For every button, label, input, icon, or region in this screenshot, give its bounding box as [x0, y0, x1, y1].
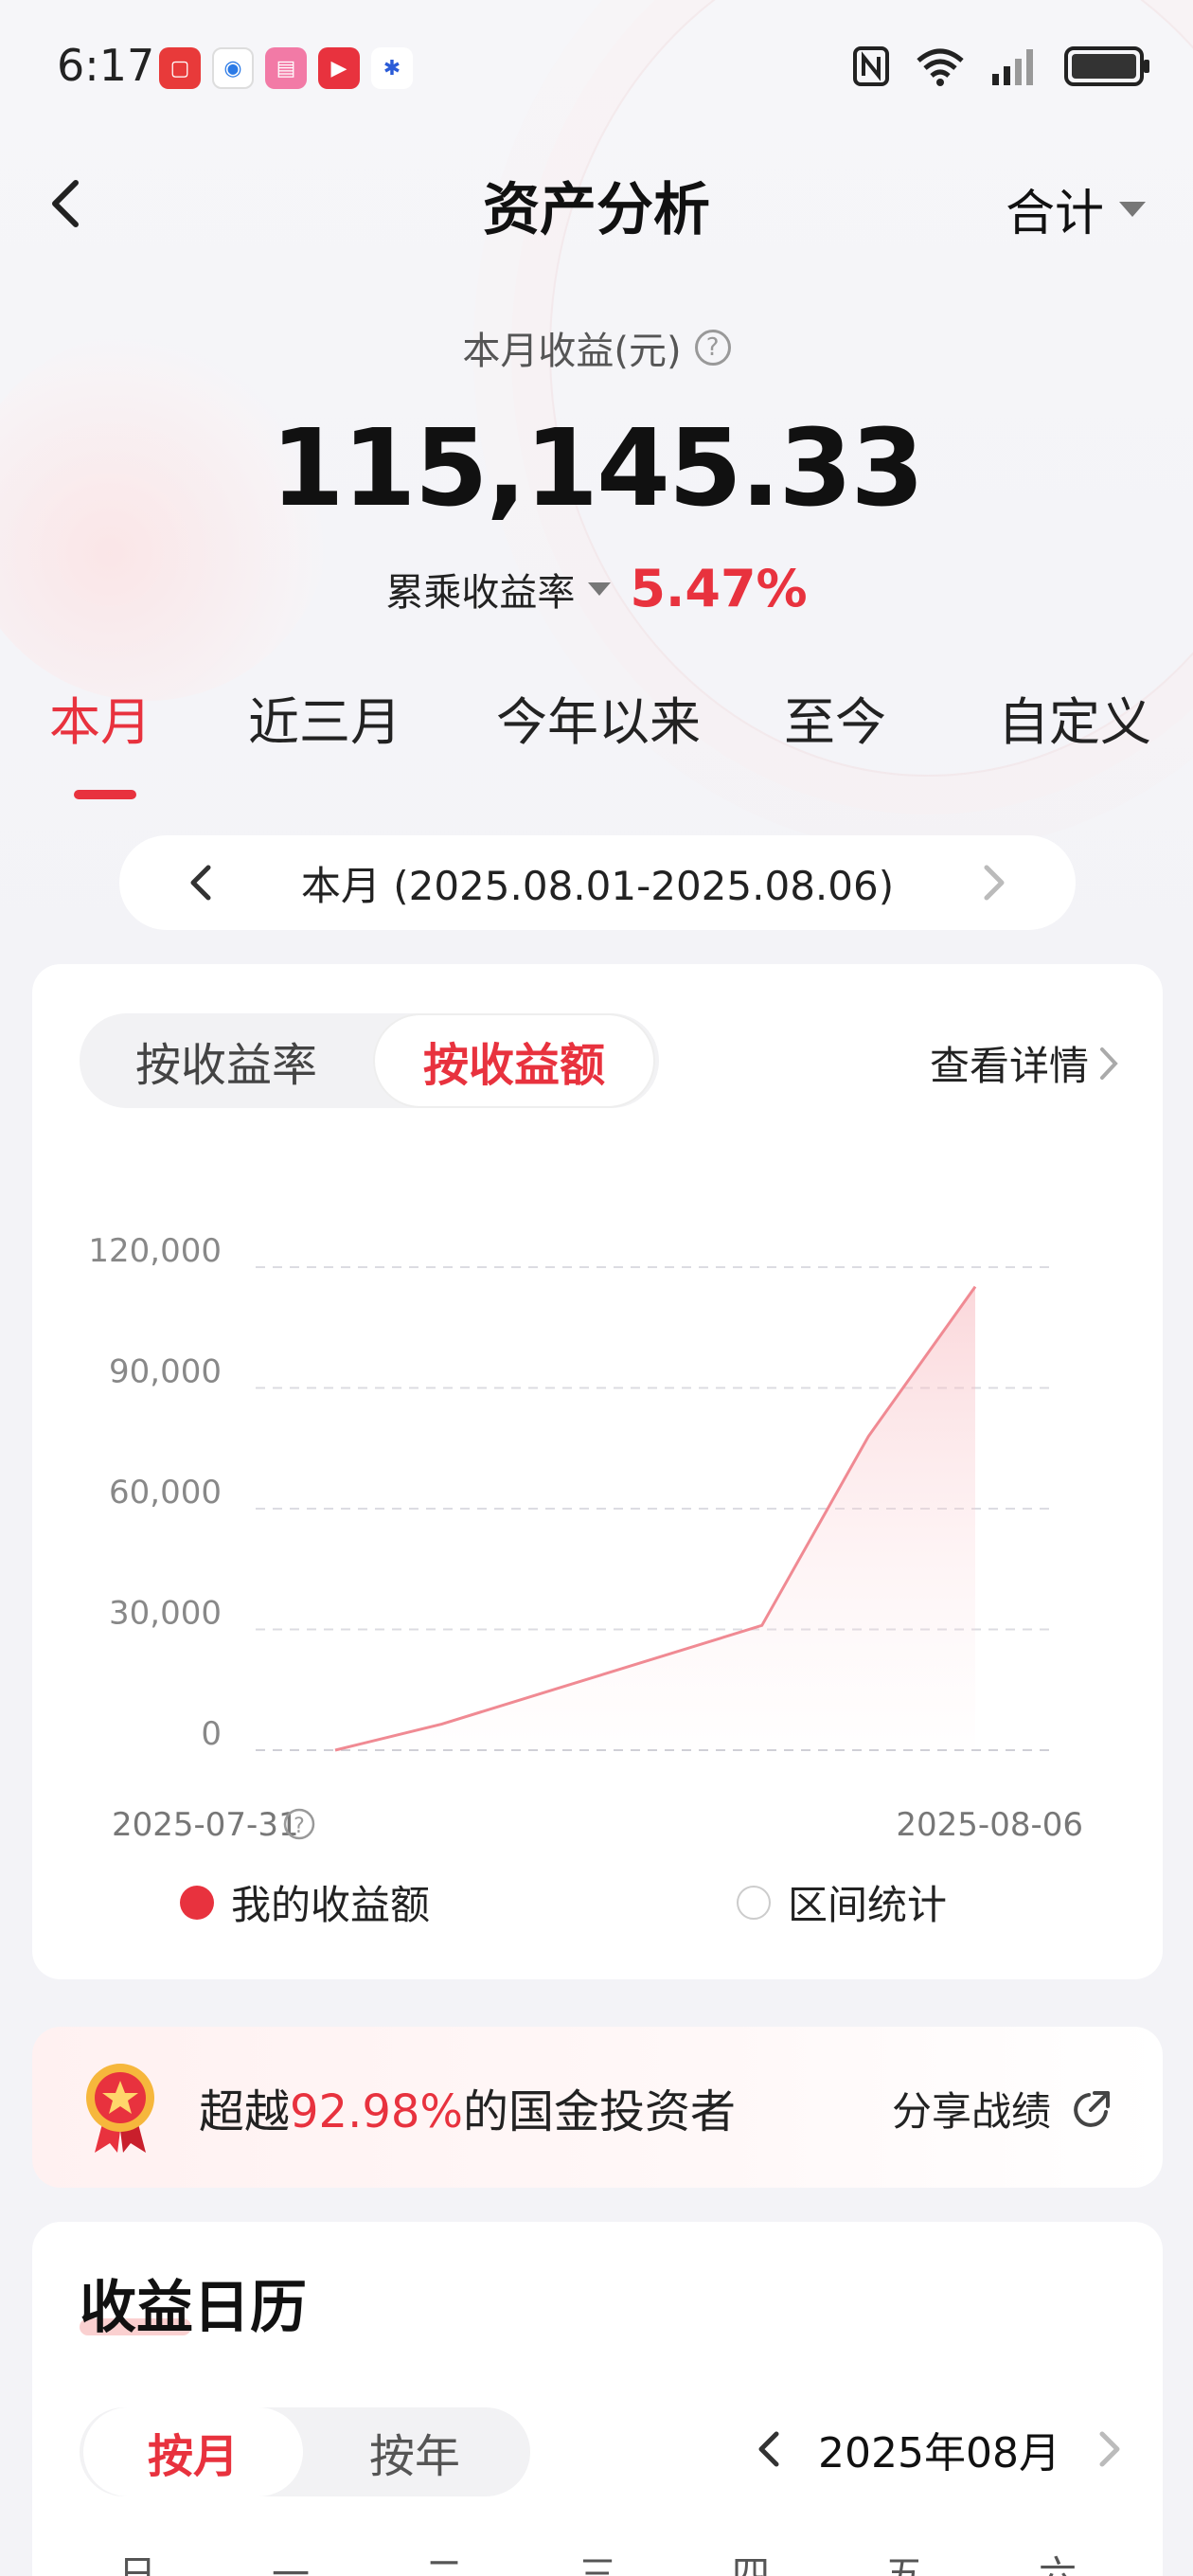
y-tick-label: 90,000	[109, 1353, 222, 1391]
legend-dot-filled	[180, 1885, 214, 1920]
calendar-mode-toggle: 按月 按年	[80, 2407, 530, 2496]
earnings-chart-card: 按收益率 按收益额 查看详情 0 30,000 60,000 90,000 120,00…	[32, 964, 1163, 1979]
weekday-sat: 六	[1039, 2553, 1077, 2576]
signal-icon	[992, 49, 1033, 85]
date-range-selector: 本月 (2025.08.01-2025.08.06)	[119, 835, 1076, 930]
legend-my-earnings[interactable]: 我的收益额	[180, 1873, 430, 1931]
rank-suffix: 的国金投资者	[463, 2085, 737, 2138]
month-navigator: 2025年08月	[757, 2419, 1121, 2479]
next-month-icon[interactable]	[1098, 2430, 1121, 2468]
by-year-tab[interactable]: 按年	[303, 2407, 526, 2496]
weekday-thu: 四	[732, 2553, 770, 2576]
tab-year-to-date[interactable]: 今年以来	[496, 680, 701, 755]
legend-my-earnings-label: 我的收益额	[231, 1882, 431, 1928]
rank-text: 超越92.98%的国金投资者	[199, 2074, 736, 2140]
tab-custom[interactable]: 自定义	[998, 680, 1151, 755]
y-tick-label: 60,000	[109, 1474, 222, 1512]
earnings-value: 115,145.33	[270, 407, 925, 530]
share-label: 分享战绩	[891, 2088, 1051, 2135]
weekday-sun: 日	[118, 2553, 156, 2576]
next-period-icon[interactable]	[973, 862, 1015, 903]
legend-interval-stats-label: 区间统计	[788, 1882, 948, 1928]
video-app-icon: ▶	[318, 47, 360, 89]
share-button[interactable]: 分享战绩	[892, 2080, 1113, 2138]
calendar-title: 收益日历	[80, 2275, 307, 2341]
earnings-label: 本月收益(元)	[462, 330, 682, 373]
view-details-link[interactable]: 查看详情	[930, 1034, 1119, 1092]
battery-icon	[1064, 46, 1149, 86]
rank-percent: 92.98%	[290, 2085, 464, 2138]
earnings-calendar-card: 收益日历 按月 按年 2025年08月 日 一 二 三 四 五 六	[32, 2222, 1163, 2576]
medal-icon	[86, 2064, 154, 2153]
help-icon-glyph: ?	[294, 1815, 305, 1838]
x-tick-label-start: 2025-07-31	[112, 1806, 299, 1844]
legend-interval-stats[interactable]: 区间统计	[737, 1873, 947, 1931]
chart-mode-toggle: 按收益率 按收益额	[80, 1013, 659, 1108]
mail-app-icon: ▢	[159, 47, 201, 89]
x-tick-label-end: 2025-08-06	[896, 1806, 1083, 1844]
chevron-down-icon	[1119, 201, 1146, 217]
system-icons	[852, 45, 1149, 87]
status-time: 6:17	[57, 40, 155, 91]
earnings-label-row: 本月收益(元) ?	[0, 320, 1193, 375]
rate-type-dropdown[interactable]: 累乘收益率	[385, 562, 612, 617]
weekday-wed: 三	[579, 2553, 616, 2576]
y-tick-label: 120,000	[88, 1232, 222, 1270]
baidu-app-icon: ✱	[371, 47, 413, 89]
question-icon[interactable]: ?	[694, 330, 731, 366]
share-icon	[1074, 2090, 1110, 2127]
weekday-fri: 五	[885, 2553, 923, 2576]
date-range-label: 本月 (2025.08.01-2025.08.06)	[300, 862, 895, 909]
account-filter-dropdown[interactable]: 合计	[1006, 173, 1146, 244]
rate-value: 5.47%	[630, 559, 808, 618]
prev-period-icon[interactable]	[180, 862, 222, 903]
chat-app-icon: ◉	[212, 47, 254, 89]
legend-dot-empty	[737, 1885, 771, 1920]
month-label: 2025年08月	[818, 2429, 1060, 2478]
account-filter-label: 合计	[1005, 186, 1104, 242]
weekday-tue: 二	[425, 2553, 463, 2576]
rate-label: 累乘收益率	[385, 570, 576, 615]
earnings-line-chart: 0 30,000 60,000 90,000 120,000 2025-07-31? 20…	[88, 1232, 1083, 1844]
y-tick-label: 0	[201, 1715, 222, 1753]
period-tabs: 本月 近三月 今年以来 至今 自定义	[0, 680, 1193, 799]
rank-banner: 超越92.98%的国金投资者 分享战绩	[32, 2027, 1163, 2188]
tab-this-month[interactable]: 本月	[49, 680, 151, 755]
active-tab-indicator	[74, 790, 136, 799]
status-bar: 6:17 ▢ ◉ ▤ ▶ ✱	[0, 0, 1193, 137]
y-tick-label: 30,000	[109, 1595, 222, 1633]
wifi-icon	[917, 48, 964, 86]
by-rate-tab[interactable]: 按收益率	[80, 1013, 373, 1108]
chart-legend: 我的收益额 区间统计	[32, 1873, 1163, 1930]
caret-down-icon	[588, 581, 612, 596]
chevron-right-icon	[1100, 1046, 1118, 1080]
by-month-tab[interactable]: 按月	[83, 2407, 303, 2496]
series-area	[335, 1286, 975, 1750]
weekday-header: 日 一 二 三 四 五 六	[32, 2544, 1163, 2576]
notification-icons: ▢ ◉ ▤ ▶ ✱	[159, 47, 413, 89]
by-amount-tab[interactable]: 按收益额	[373, 1013, 655, 1108]
view-details-label: 查看详情	[929, 1043, 1089, 1089]
rate-row: 累乘收益率 5.47%	[0, 559, 1193, 618]
weekday-mon: 一	[272, 2553, 310, 2576]
prev-month-icon[interactable]	[757, 2430, 780, 2468]
tab-since-inception[interactable]: 至今	[784, 680, 886, 755]
tab-last-three-months[interactable]: 近三月	[248, 680, 401, 755]
nav-header: 资产分析 合计	[0, 156, 1193, 251]
bilibili-app-icon: ▤	[265, 47, 307, 89]
rank-prefix: 超越	[199, 2085, 291, 2138]
nfc-icon	[853, 46, 889, 86]
